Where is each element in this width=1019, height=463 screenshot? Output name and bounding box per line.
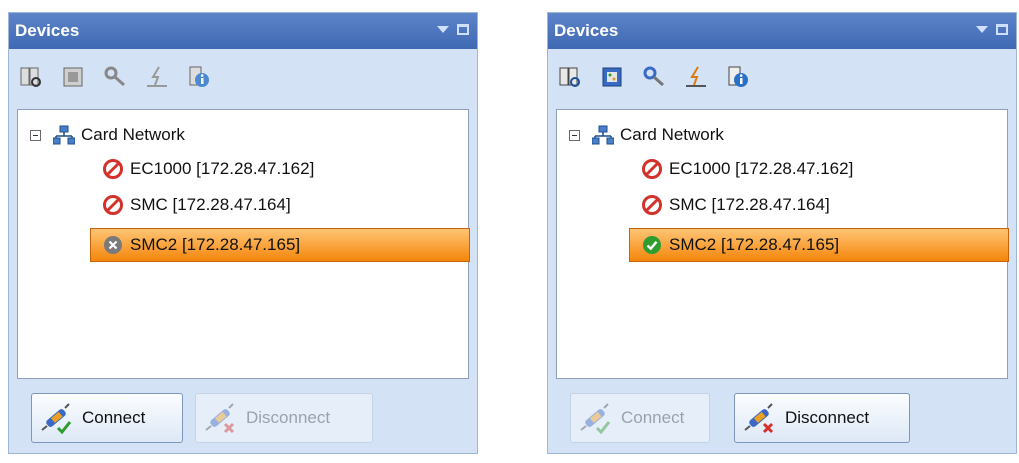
tree-root-row[interactable]: Card Network	[569, 118, 724, 152]
devices-panel-right: Devices Card Network EC1000 [172.28.47.1…	[547, 12, 1017, 454]
disconnect-plug-icon	[202, 400, 238, 436]
maximize-icon[interactable]	[457, 24, 469, 35]
device-label: EC1000 [172.28.47.162]	[130, 159, 315, 178]
device-label: SMC [172.28.47.164]	[669, 195, 830, 214]
panel-title-bar: Devices	[9, 13, 477, 49]
panel-title: Devices	[15, 21, 80, 40]
panel-dropdown-icon[interactable]	[437, 26, 449, 33]
device-row-ec1000[interactable]: EC1000 [172.28.47.162]	[98, 152, 314, 186]
disconnect-plug-icon	[741, 400, 777, 436]
connect-label: Connect	[621, 408, 685, 427]
tree-root-row[interactable]: Card Network	[30, 118, 185, 152]
connect-plug-icon	[577, 400, 613, 436]
device-row-smc2-selected[interactable]: SMC2 [172.28.47.165]	[629, 228, 1009, 262]
devices-panel-left: Devices Card Network EC1000 [172.28.47.1…	[8, 12, 478, 454]
flash-firmware-icon[interactable]	[684, 65, 708, 89]
connect-button[interactable]: Connect	[570, 393, 710, 443]
device-label: SMC [172.28.47.164]	[130, 195, 291, 214]
device-row-smc[interactable]: SMC [172.28.47.164]	[98, 188, 291, 222]
collapse-icon[interactable]	[30, 129, 41, 141]
device-row-ec1000[interactable]: EC1000 [172.28.47.162]	[637, 152, 853, 186]
tree-root-label: Card Network	[620, 125, 724, 144]
toolbar	[19, 59, 211, 95]
disconnect-button[interactable]: Disconnect	[195, 393, 373, 443]
disconnected-icon	[102, 234, 124, 256]
panel-title: Devices	[554, 21, 619, 40]
blocked-icon	[641, 158, 663, 180]
connect-label: Connect	[82, 408, 146, 427]
device-tree: Card Network EC1000 [172.28.47.162] SMC …	[17, 109, 470, 379]
panel-title-bar: Devices	[548, 13, 1016, 49]
io-module-icon[interactable]	[600, 65, 624, 89]
collapse-icon[interactable]	[569, 129, 580, 141]
device-label: SMC2 [172.28.47.165]	[130, 235, 301, 254]
device-row-smc2-selected[interactable]: SMC2 [172.28.47.165]	[90, 228, 470, 262]
blocked-icon	[102, 158, 124, 180]
device-scan-icon[interactable]	[19, 65, 43, 89]
connect-plug-icon	[38, 400, 74, 436]
flash-firmware-icon[interactable]	[145, 65, 169, 89]
toolbar	[558, 59, 750, 95]
device-row-smc[interactable]: SMC [172.28.47.164]	[637, 188, 830, 222]
device-label: EC1000 [172.28.47.162]	[669, 159, 854, 178]
disconnect-button[interactable]: Disconnect	[734, 393, 910, 443]
io-module-icon[interactable]	[61, 65, 85, 89]
connected-icon	[641, 234, 663, 256]
blocked-icon	[102, 194, 124, 216]
device-tree: Card Network EC1000 [172.28.47.162] SMC …	[556, 109, 1009, 379]
device-info-icon[interactable]	[187, 65, 211, 89]
maximize-icon[interactable]	[996, 24, 1008, 35]
device-scan-icon[interactable]	[558, 65, 582, 89]
blocked-icon	[641, 194, 663, 216]
network-icon	[53, 125, 75, 145]
device-info-icon[interactable]	[726, 65, 750, 89]
settings-tools-icon[interactable]	[642, 65, 666, 89]
tree-root-label: Card Network	[81, 125, 185, 144]
panel-dropdown-icon[interactable]	[976, 26, 988, 33]
device-label: SMC2 [172.28.47.165]	[669, 235, 840, 254]
settings-tools-icon[interactable]	[103, 65, 127, 89]
connect-button[interactable]: Connect	[31, 393, 183, 443]
disconnect-label: Disconnect	[246, 408, 331, 427]
network-icon	[592, 125, 614, 145]
disconnect-label: Disconnect	[785, 408, 870, 427]
